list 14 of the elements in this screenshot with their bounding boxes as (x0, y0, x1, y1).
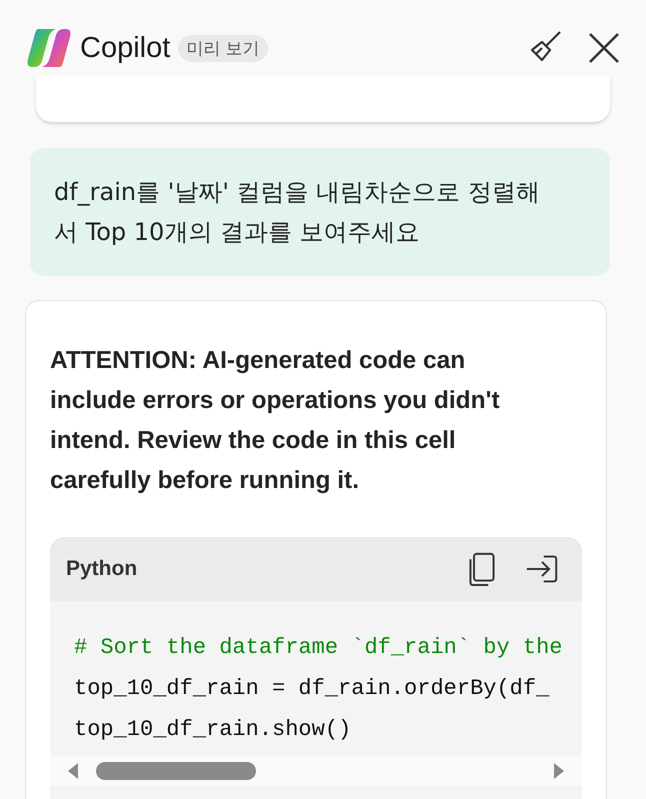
user-message: df_rain를 '날짜' 컬럼을 내림차순으로 정렬해서 Top 10개의 결과를 보여주세요 (30, 148, 610, 276)
scrollbar-thumb[interactable] (96, 762, 256, 780)
app-title: Copilot (80, 32, 170, 64)
preview-badge: 미리 보기 (178, 34, 268, 62)
code-line: top_10_df_rain.show() (74, 716, 352, 744)
scroll-left-icon[interactable] (66, 762, 80, 780)
scroll-right-icon[interactable] (552, 762, 566, 780)
warning-text: ATTENTION: AI-generated code can include errors or operations you didn't intend. Review the code in this cell carefully before running it. (50, 346, 501, 496)
code-line: top_10_df_rain = df_rain.orderBy(df_ (74, 675, 550, 703)
language-label: Python (66, 557, 138, 581)
code-line: # Sort the dataframe `df_rain` by the (74, 634, 564, 662)
copilot-logo-icon (26, 27, 72, 69)
horizontal-scrollbar[interactable] (50, 756, 582, 786)
insert-icon[interactable] (524, 553, 560, 585)
